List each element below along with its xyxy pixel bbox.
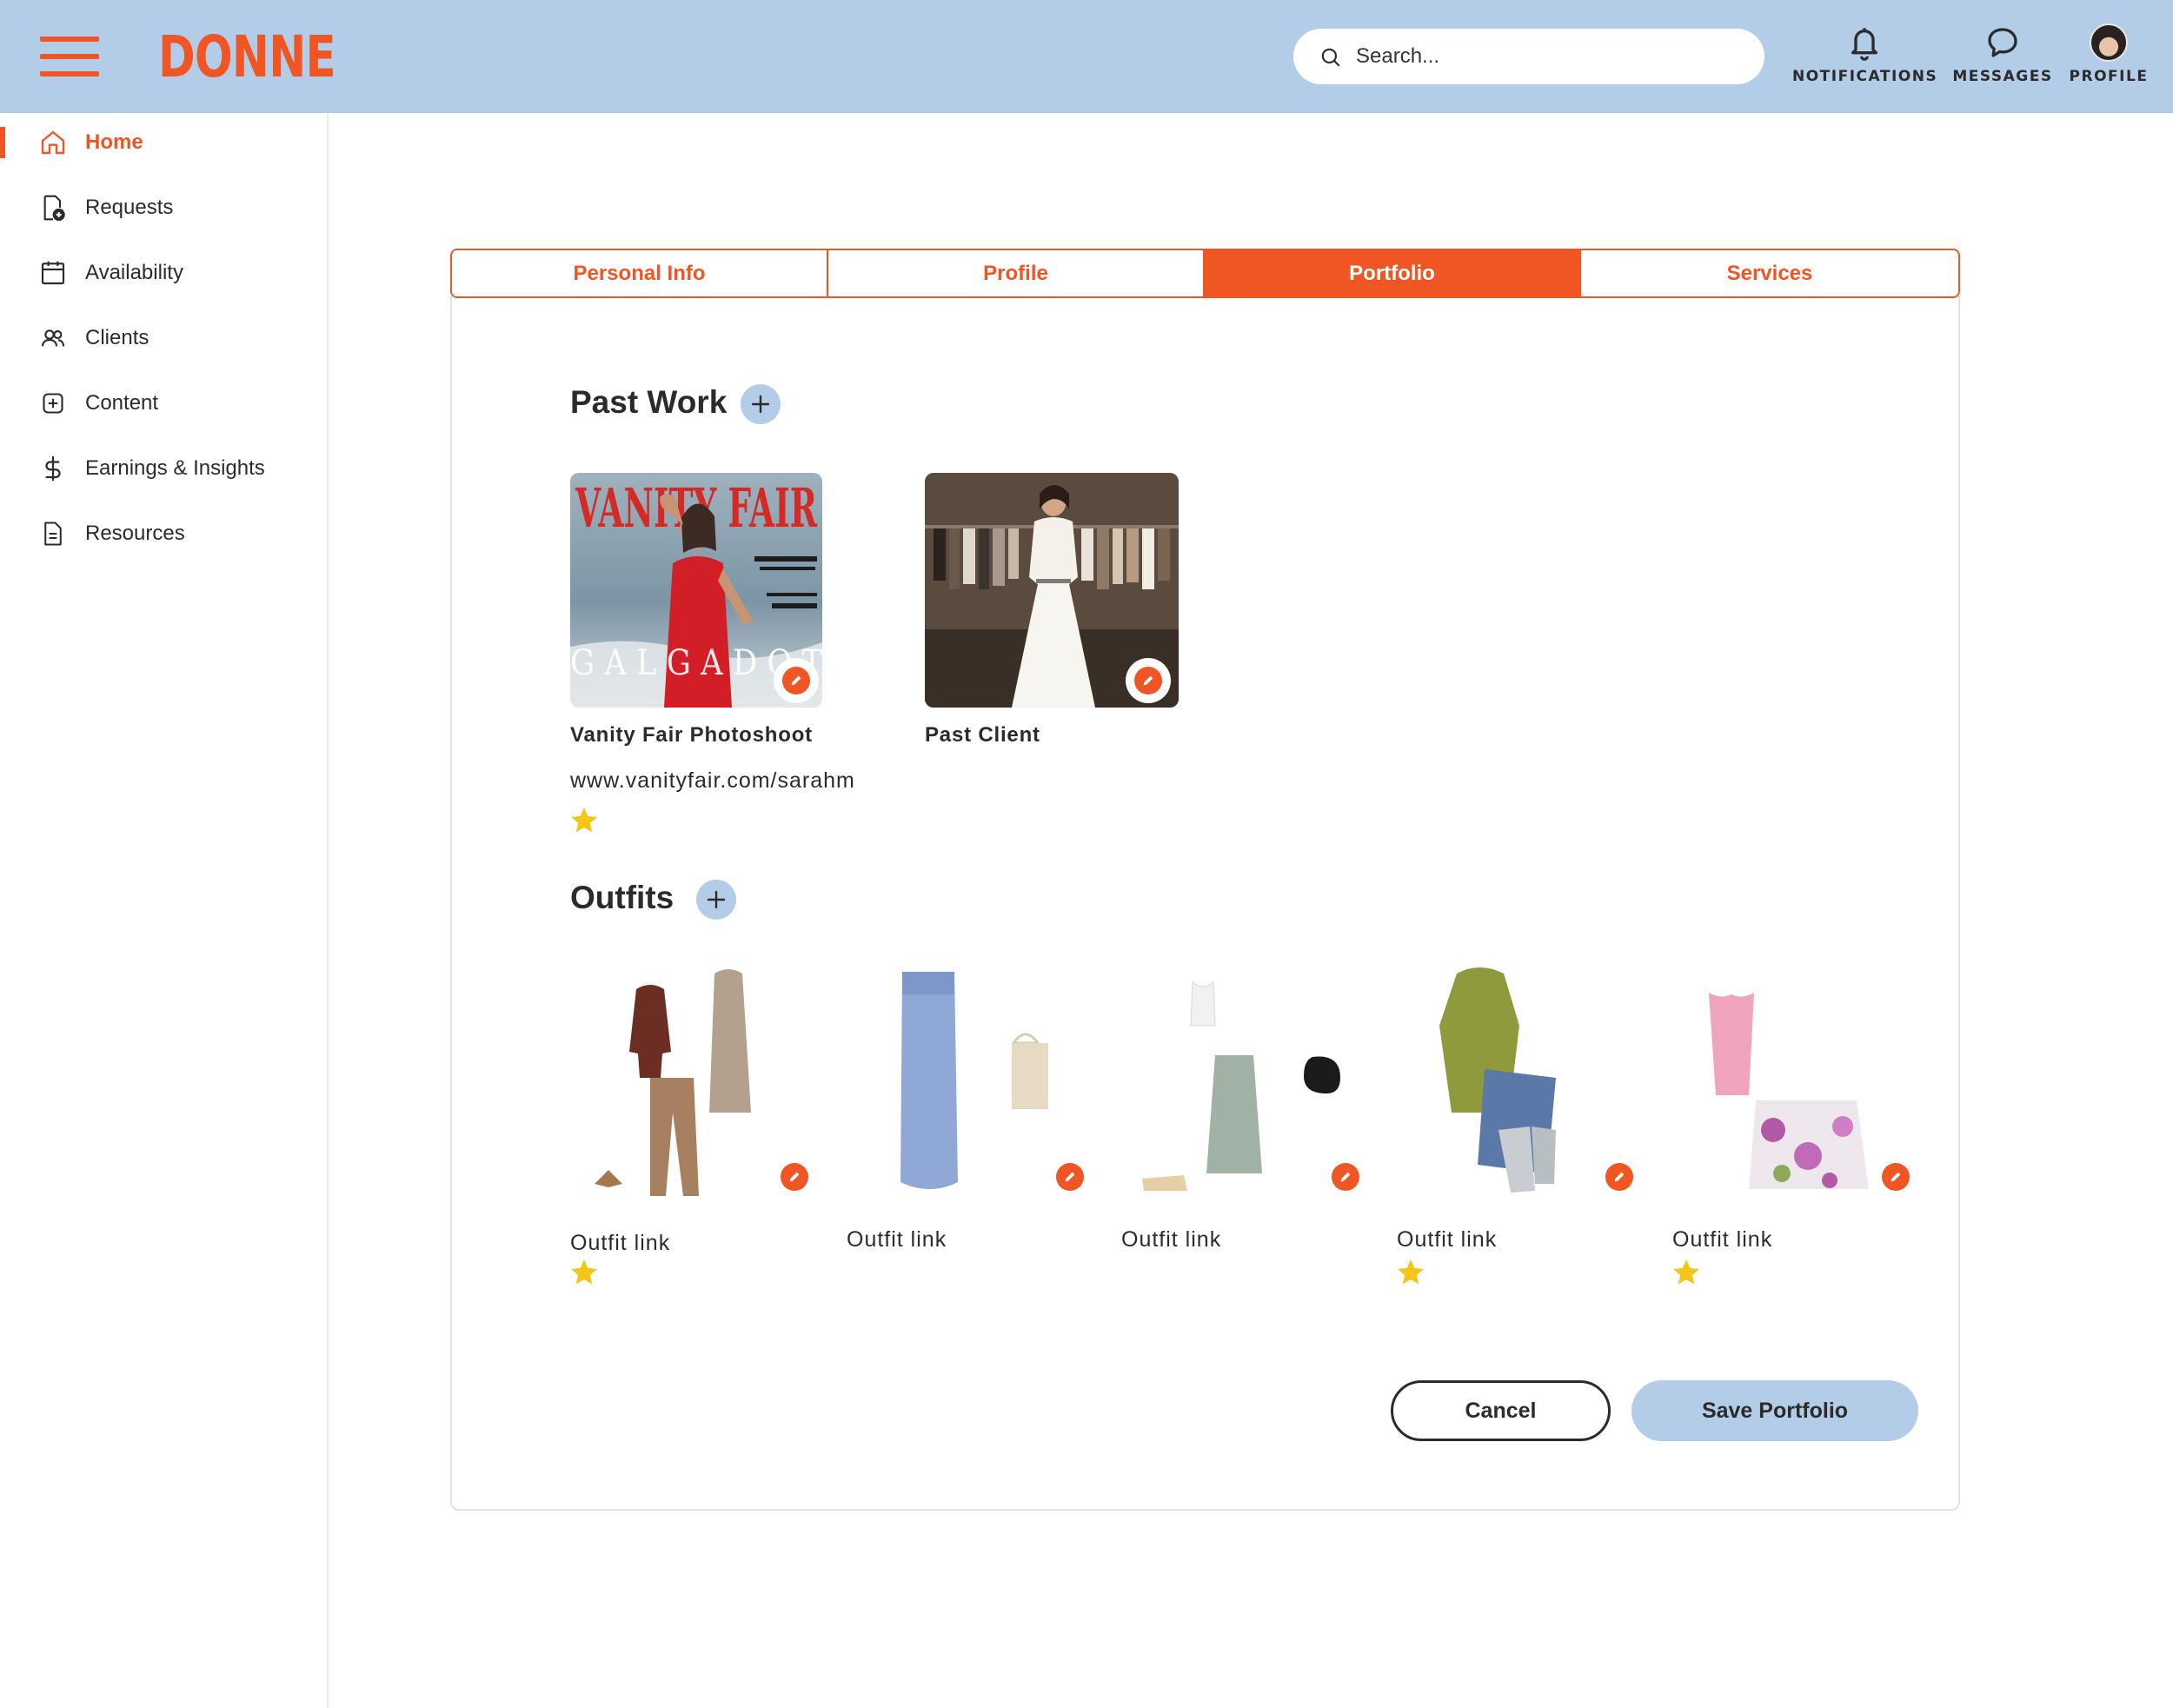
outfit-link[interactable]: Outfit link bbox=[1121, 1227, 1221, 1253]
edit-past-work-button[interactable] bbox=[774, 658, 819, 703]
top-bar: DONNE NOTIFICATIONS MESSAGES PROFILE bbox=[0, 0, 2173, 113]
pencil-icon bbox=[1614, 1172, 1625, 1182]
star-icon[interactable] bbox=[1395, 1257, 1426, 1288]
star-icon[interactable] bbox=[568, 1257, 600, 1288]
star-icon[interactable] bbox=[568, 805, 600, 836]
sidebar-item-label: Requests bbox=[85, 196, 174, 219]
past-work-title-label: Past Client bbox=[925, 723, 1040, 747]
tab-services[interactable]: Services bbox=[1581, 250, 1958, 296]
outfit-link[interactable]: Outfit link bbox=[1397, 1227, 1497, 1253]
add-outfit-button[interactable] bbox=[696, 880, 736, 920]
pencil-icon bbox=[1143, 675, 1153, 686]
edit-outfit-button[interactable] bbox=[1882, 1163, 1910, 1191]
pencil-icon bbox=[1065, 1172, 1075, 1182]
tab-portfolio[interactable]: Portfolio bbox=[1205, 250, 1581, 296]
sidebar-item-requests[interactable]: Requests bbox=[0, 182, 327, 234]
pencil-icon bbox=[791, 675, 801, 686]
file-text-icon bbox=[38, 519, 68, 548]
notifications-button[interactable]: NOTIFICATIONS bbox=[1792, 21, 1937, 85]
menu-icon[interactable] bbox=[40, 37, 99, 76]
past-work-title: Past Work bbox=[570, 384, 728, 420]
document-add-icon bbox=[38, 193, 68, 223]
sidebar-item-clients[interactable]: Clients bbox=[0, 312, 327, 364]
plus-icon bbox=[751, 395, 770, 414]
outfits-title: Outfits bbox=[570, 880, 674, 915]
outfit-image bbox=[1709, 993, 1869, 1189]
outfit-link[interactable]: Outfit link bbox=[847, 1227, 947, 1253]
past-work-title-label: Vanity Fair Photoshoot bbox=[570, 723, 813, 747]
chat-bubble-icon bbox=[1988, 28, 2017, 57]
tab-profile[interactable]: Profile bbox=[828, 250, 1205, 296]
profile-button[interactable]: PROFILE bbox=[2067, 21, 2150, 85]
pencil-icon bbox=[789, 1172, 800, 1182]
outfit-link[interactable]: Outfit link bbox=[570, 1231, 670, 1256]
sidebar-item-earnings[interactable]: Earnings & Insights bbox=[0, 442, 327, 495]
edit-past-work-button[interactable] bbox=[1126, 658, 1171, 703]
save-portfolio-button[interactable]: Save Portfolio bbox=[1631, 1380, 1918, 1441]
add-past-work-button[interactable] bbox=[741, 384, 781, 424]
outfit-image bbox=[1142, 980, 1340, 1191]
sidebar-item-label: Earnings & Insights bbox=[85, 456, 265, 480]
pencil-icon bbox=[1891, 1172, 1901, 1182]
sidebar-item-label: Clients bbox=[85, 326, 150, 349]
sidebar-item-label: Availability bbox=[85, 261, 183, 284]
outfit-image bbox=[1439, 967, 1556, 1193]
avatar bbox=[2090, 23, 2128, 62]
edit-outfit-button[interactable] bbox=[1332, 1163, 1359, 1191]
search-icon bbox=[1321, 48, 1340, 67]
search-bar[interactable] bbox=[1293, 29, 1764, 84]
sidebar: Home Requests Availability Clients Conte… bbox=[0, 113, 329, 1708]
outfit-link[interactable]: Outfit link bbox=[1672, 1227, 1772, 1253]
sidebar-item-content[interactable]: Content bbox=[0, 377, 327, 429]
edit-outfit-button[interactable] bbox=[1605, 1163, 1633, 1191]
dollar-icon bbox=[38, 454, 68, 483]
star-icon[interactable] bbox=[1671, 1257, 1702, 1288]
tab-bar: Personal Info Profile Portfolio Services bbox=[450, 249, 1960, 298]
outfit-image bbox=[900, 972, 1048, 1189]
past-work-link[interactable]: www.vanityfair.com/sarahm bbox=[570, 768, 855, 794]
sidebar-item-label: Resources bbox=[85, 522, 185, 545]
messages-label: MESSAGES bbox=[1952, 68, 2053, 85]
plus-square-icon bbox=[38, 389, 68, 418]
bell-icon bbox=[1851, 28, 1877, 61]
calendar-icon bbox=[38, 258, 68, 288]
sidebar-item-availability[interactable]: Availability bbox=[0, 247, 327, 299]
cancel-button[interactable]: Cancel bbox=[1391, 1380, 1611, 1441]
home-icon bbox=[38, 128, 68, 157]
pencil-icon bbox=[1340, 1172, 1351, 1182]
plus-icon bbox=[707, 890, 726, 909]
edit-outfit-button[interactable] bbox=[781, 1163, 808, 1191]
edit-outfit-button[interactable] bbox=[1056, 1163, 1084, 1191]
notifications-label: NOTIFICATIONS bbox=[1792, 68, 1938, 85]
messages-button[interactable]: MESSAGES bbox=[1947, 21, 2058, 85]
sidebar-item-label: Home bbox=[85, 130, 143, 154]
outfit-image bbox=[595, 969, 751, 1196]
profile-label: PROFILE bbox=[2069, 68, 2149, 85]
search-input[interactable] bbox=[1356, 39, 1738, 74]
sidebar-item-resources[interactable]: Resources bbox=[0, 508, 327, 560]
app-logo[interactable]: DONNE bbox=[158, 23, 336, 92]
users-icon bbox=[38, 323, 68, 353]
sidebar-item-label: Content bbox=[85, 391, 159, 415]
sidebar-item-home[interactable]: Home bbox=[0, 116, 327, 169]
tab-personal-info[interactable]: Personal Info bbox=[452, 250, 828, 296]
